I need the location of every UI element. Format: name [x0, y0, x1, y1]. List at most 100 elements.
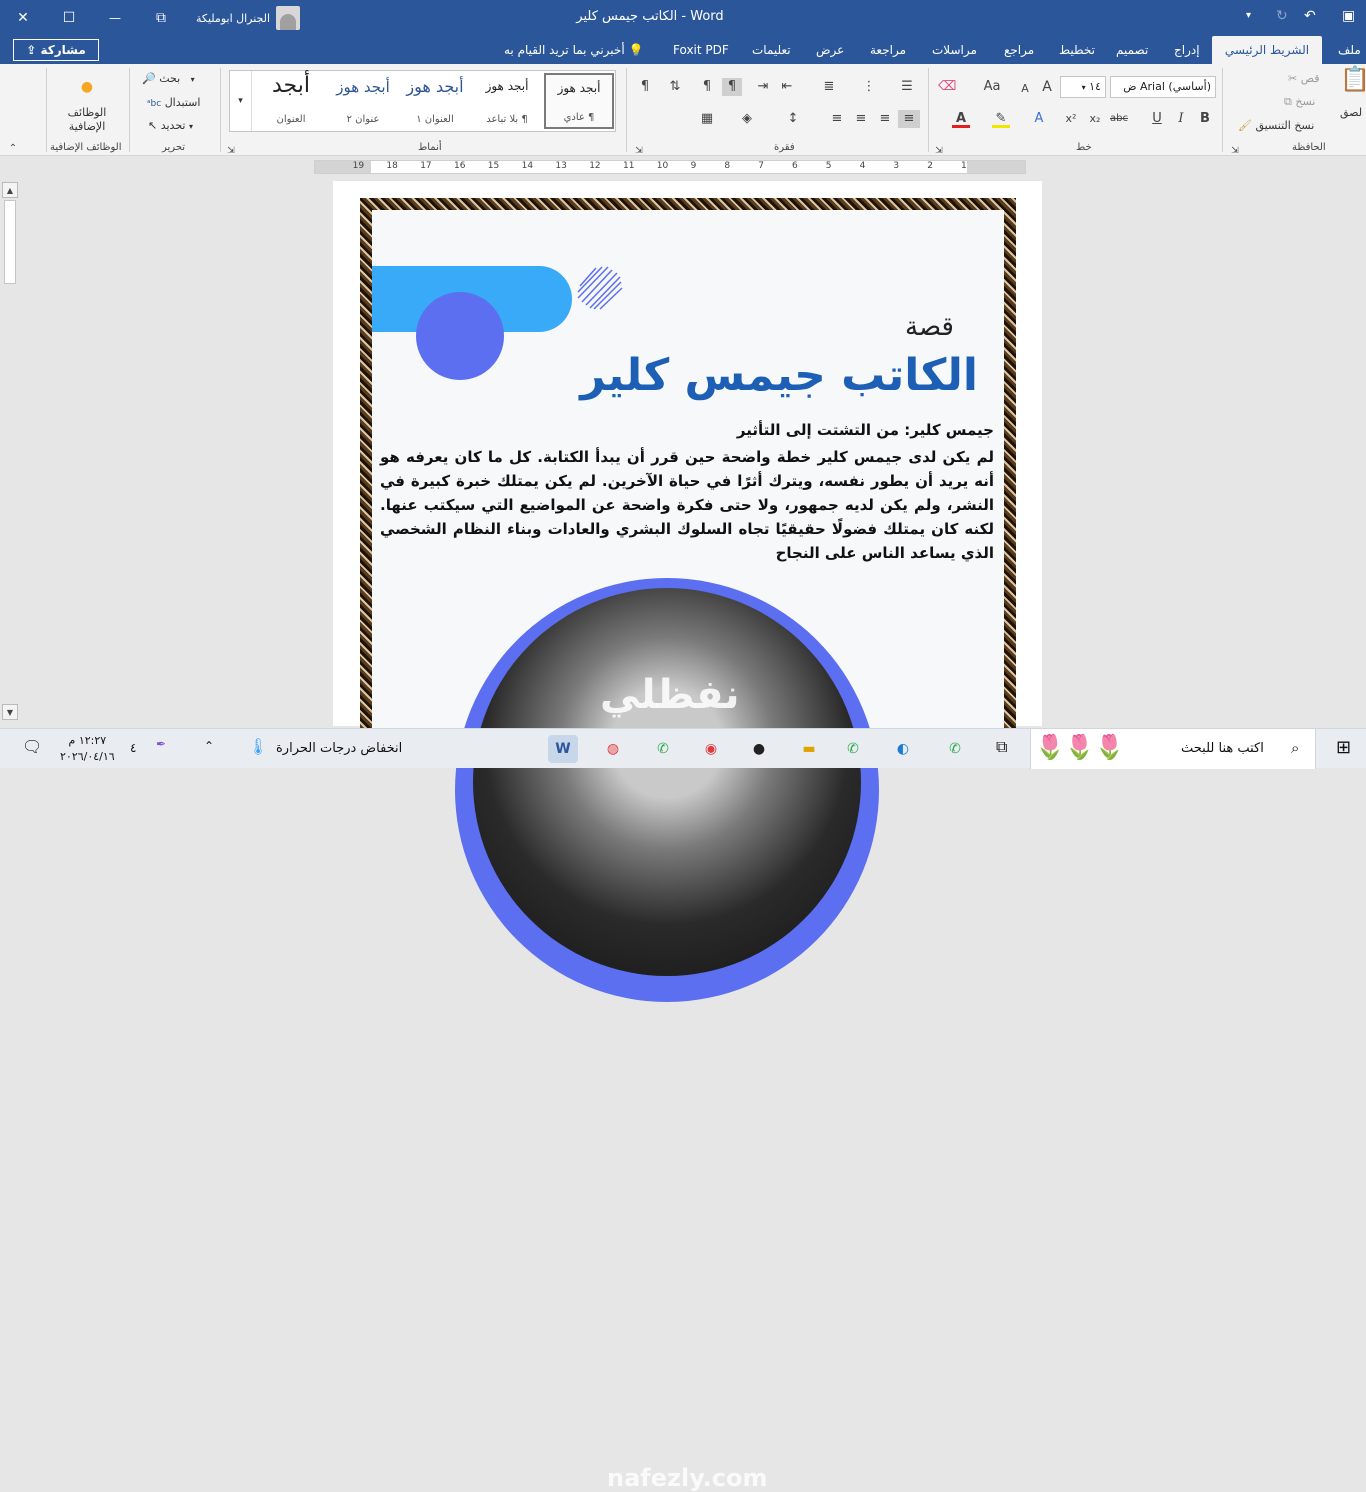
minimize-button[interactable]: —	[92, 0, 138, 36]
language-indicator[interactable]: ٤	[130, 741, 136, 765]
bullets-icon[interactable]: ☰	[898, 78, 916, 96]
align-left-icon[interactable]: ≡	[852, 110, 870, 128]
center-icon[interactable]: ≡	[876, 110, 894, 128]
share-button[interactable]: مشاركة ⇪	[13, 39, 99, 61]
align-right-icon[interactable]: ≡	[898, 110, 920, 128]
subscript-button[interactable]: x₂	[1086, 110, 1104, 128]
tab-mailings[interactable]: مراسلات	[924, 36, 985, 64]
change-case-icon[interactable]: Aa	[980, 78, 1004, 96]
font-name-combo[interactable]: (أساسي) Arial ض	[1110, 76, 1216, 98]
vertical-scrollbar[interactable]: ▲ ▼	[2, 182, 18, 720]
line-spacing-icon[interactable]: ↕	[784, 110, 802, 128]
close-button[interactable]: ✕	[0, 0, 46, 36]
format-painter-button[interactable]: نسخ التنسيق 🖌	[1238, 119, 1314, 132]
borders-icon[interactable]: ▦	[698, 110, 716, 128]
file-explorer-icon[interactable]: ▬	[794, 735, 824, 763]
user-account[interactable]: الجنرال ابوملیکة	[196, 6, 301, 30]
style-normal[interactable]: أبجد هوز ¶ عادي	[544, 73, 614, 129]
ribbon-display-options-button[interactable]: ⧉	[138, 0, 184, 36]
tab-insert[interactable]: إدراج	[1166, 36, 1208, 64]
tulips-icon: 🌷🌷🌷	[1035, 733, 1125, 761]
undo-icon[interactable]: ↶	[1304, 8, 1316, 24]
notifications-icon[interactable]: 🗨	[22, 737, 42, 761]
scroll-thumb[interactable]	[4, 200, 16, 284]
strikethrough-button[interactable]: abc	[1108, 110, 1130, 128]
browser-icon[interactable]: ◉	[696, 735, 726, 763]
style-heading-2[interactable]: أبجد هوز عنوان ٢	[328, 73, 398, 129]
shading-icon[interactable]: ◈	[738, 110, 756, 128]
record-icon[interactable]: ●	[744, 735, 774, 763]
grow-font-icon[interactable]: A	[1038, 78, 1056, 96]
collapse-ribbon-icon[interactable]: ⌃	[4, 140, 22, 158]
paragraph-launcher-icon[interactable]: ⇲	[630, 142, 648, 160]
replace-button[interactable]: استبدال ᵃbc	[147, 96, 200, 109]
task-view-icon[interactable]: ⧉	[996, 737, 1007, 761]
tab-review[interactable]: مراجعة	[862, 36, 914, 64]
tab-design[interactable]: تصميم	[1108, 36, 1156, 64]
highlight-icon[interactable]: ✎	[992, 110, 1010, 128]
whatsapp-icon[interactable]: ✆	[940, 735, 970, 763]
sort-icon[interactable]: ⇅	[666, 78, 684, 96]
maximize-button[interactable]: ☐	[46, 0, 92, 36]
whatsapp-icon-2[interactable]: ✆	[838, 735, 868, 763]
pen-icon[interactable]: ✒	[156, 737, 166, 761]
superscript-button[interactable]: x²	[1062, 110, 1080, 128]
show-marks-icon[interactable]: ¶	[636, 78, 654, 96]
text-effects-icon[interactable]: A	[1030, 110, 1048, 128]
multilevel-list-icon[interactable]: ≣	[820, 78, 838, 96]
bold-button[interactable]: B	[1196, 110, 1214, 128]
copy-button[interactable]: نسخ ⧉	[1284, 95, 1315, 109]
find-label: بحث	[159, 72, 181, 85]
paste-icon[interactable]: 📋	[1340, 67, 1366, 100]
style-no-spacing[interactable]: أبجد هوز ¶ بلا تباعد	[472, 73, 542, 129]
paste-button[interactable]: لصق	[1340, 106, 1362, 119]
tell-me-box[interactable]: 💡 أخبرني بما تريد القيام به	[496, 36, 651, 64]
tab-file[interactable]: ملف	[1330, 36, 1366, 64]
style-heading-1[interactable]: أبجد هوز العنوان ١	[400, 73, 470, 129]
weather-text[interactable]: انخفاض درجات الحرارة	[276, 741, 402, 765]
decrease-indent-icon[interactable]: ⇤	[778, 78, 796, 96]
addins-icon[interactable]: ●	[78, 78, 96, 96]
shrink-font-icon[interactable]: A	[1016, 80, 1034, 98]
font-size-combo[interactable]: ١٤ ▾	[1060, 76, 1106, 98]
word-taskbar-icon[interactable]: W	[548, 735, 578, 763]
cut-button[interactable]: قص ✂	[1288, 72, 1319, 85]
italic-button[interactable]: I	[1172, 110, 1190, 128]
customize-qat-icon[interactable]: ▾	[1246, 10, 1251, 21]
clock[interactable]: ١٢:٢٧ م ٢٠٢٦/٠٤/١٦	[60, 733, 115, 765]
save-icon[interactable]: ▣	[1342, 8, 1355, 24]
thermometer-icon[interactable]: 🌡	[248, 737, 268, 761]
font-launcher-icon[interactable]: ⇲	[930, 142, 948, 160]
clipboard-launcher-icon[interactable]: ⇲	[1226, 142, 1244, 160]
tab-home[interactable]: الشريط الرئيسي	[1212, 36, 1322, 64]
scroll-down-icon[interactable]: ▼	[2, 704, 18, 720]
find-button[interactable]: ▾ بحث 🔎	[142, 72, 195, 85]
tab-foxit-pdf[interactable]: Foxit PDF	[665, 36, 737, 64]
underline-button[interactable]: U	[1148, 110, 1166, 128]
taskbar-search[interactable]: ⌕ اكتب هنا للبحث 🌷🌷🌷	[1030, 729, 1316, 769]
style-title[interactable]: أبجد العنوان	[256, 73, 326, 129]
select-button[interactable]: ▾ تحديد ↖	[148, 119, 193, 132]
increase-indent-icon[interactable]: ⇥	[754, 78, 772, 96]
redo-icon[interactable]: ↻	[1276, 8, 1288, 24]
numbering-icon[interactable]: ⋮	[860, 78, 878, 96]
chrome-icon[interactable]: ◍	[598, 735, 628, 763]
font-color-icon[interactable]: A	[952, 110, 970, 128]
edge-icon[interactable]: ◐	[888, 735, 918, 763]
start-windows-icon[interactable]: ⊞	[1336, 737, 1351, 761]
tab-references[interactable]: مراجع	[996, 36, 1042, 64]
rtl-direction-icon[interactable]: ¶	[722, 78, 742, 96]
ltr-direction-icon[interactable]: ¶	[698, 78, 716, 96]
clear-formatting-icon[interactable]: ⌫	[938, 78, 956, 96]
styles-launcher-icon[interactable]: ⇲	[222, 142, 240, 160]
styles-more-icon[interactable]: ▾	[230, 71, 252, 131]
addins-button[interactable]: الوظائف الإضافية	[64, 106, 110, 134]
tab-view[interactable]: عرض	[808, 36, 852, 64]
whatsapp-icon-3[interactable]: ✆	[648, 735, 678, 763]
horizontal-ruler[interactable]: 1 2 3 4 5 6 7 8 9 10 11 12 13 14 15 16 17 18 19	[314, 160, 1026, 174]
justify-icon[interactable]: ≡	[828, 110, 846, 128]
tab-help[interactable]: تعليمات	[744, 36, 799, 64]
show-hidden-icons-icon[interactable]: ⌃	[204, 739, 214, 763]
scroll-up-icon[interactable]: ▲	[2, 182, 18, 198]
tab-layout[interactable]: تخطيط	[1051, 36, 1103, 64]
